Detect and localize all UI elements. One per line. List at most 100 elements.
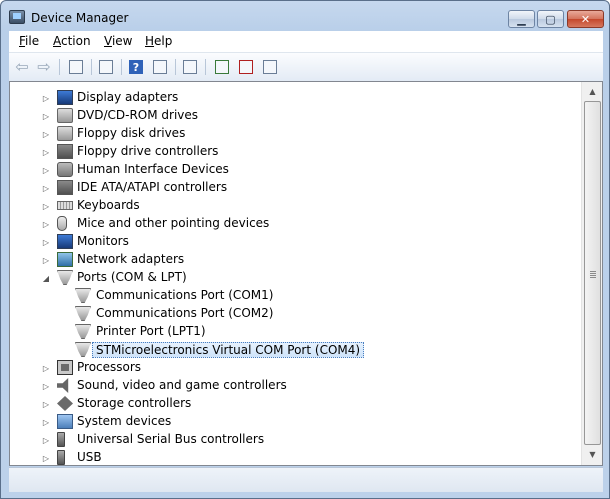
tree-child-item[interactable]: STMicroelectronics Virtual COM Port (COM… — [10, 341, 570, 359]
tree-item-label: Communications Port (COM1) — [96, 288, 274, 302]
expand-toggle-icon[interactable]: ▷ — [41, 363, 51, 373]
tree-item-label: Processors — [77, 360, 142, 374]
expand-toggle-icon[interactable]: ▷ — [41, 129, 51, 139]
menu-help[interactable]: Help — [145, 34, 172, 48]
expand-toggle-icon[interactable]: ▷ — [41, 147, 51, 157]
disable-device-button[interactable] — [261, 58, 279, 76]
tree-item-label: Floppy disk drives — [77, 126, 186, 140]
network-adapter-icon — [57, 252, 73, 267]
expand-toggle-icon[interactable]: ▷ — [41, 111, 51, 121]
tree-item-label: Human Interface Devices — [77, 162, 229, 176]
tree-category-item[interactable]: ▷ DVD/CD-ROM drives — [10, 107, 570, 125]
toolbar-separator — [91, 59, 92, 75]
help-button[interactable]: ? — [127, 58, 145, 76]
scan-hardware-icon — [183, 60, 197, 74]
properties-button[interactable] — [97, 58, 115, 76]
tree-item-label: USB — [77, 450, 102, 464]
tree-category-item[interactable]: ▷ Human Interface Devices — [10, 161, 570, 179]
update-driver-button[interactable] — [213, 58, 231, 76]
expand-toggle-icon[interactable]: ▷ — [41, 183, 51, 193]
expand-toggle-icon[interactable]: ▷ — [41, 165, 51, 175]
tree-child-item[interactable]: Printer Port (LPT1) — [10, 323, 570, 341]
collapse-toggle-icon[interactable]: ◢ — [41, 273, 51, 283]
title-bar[interactable]: Device Manager ▁ ▢ ✕ — [1, 1, 609, 31]
storage-icon — [57, 396, 73, 411]
tree-item-label: Monitors — [77, 234, 129, 248]
tree-category-item[interactable]: ▷ Network adapters — [10, 251, 570, 269]
controller-icon — [57, 144, 73, 159]
tree-category-item[interactable]: ▷ Universal Serial Bus controllers — [10, 431, 570, 449]
tree-category-item[interactable]: ▷ Mice and other pointing devices — [10, 215, 570, 233]
tree-category-item[interactable]: ▷ Keyboards — [10, 197, 570, 215]
ide-controller-icon — [57, 180, 73, 195]
tree-item-label: Ports (COM & LPT) — [77, 270, 187, 284]
tree-category-item[interactable]: ◢ Ports (COM & LPT) — [10, 269, 570, 287]
scrollbar-grip — [590, 271, 596, 278]
uninstall-button[interactable] — [237, 58, 255, 76]
expand-toggle-icon[interactable]: ▷ — [41, 219, 51, 229]
tree-item-label: Keyboards — [77, 198, 140, 212]
keyboard-icon — [57, 201, 73, 210]
tree-child-item[interactable]: Communications Port (COM1) — [10, 287, 570, 305]
scroll-up-button[interactable]: ▲ — [584, 83, 601, 100]
status-bar — [9, 467, 603, 492]
monitor-icon — [57, 90, 73, 105]
expand-toggle-icon[interactable]: ▷ — [41, 93, 51, 103]
expand-toggle-icon[interactable]: ▷ — [41, 255, 51, 265]
action-pane-button[interactable] — [151, 58, 169, 76]
tree-category-item[interactable]: ▷ System devices — [10, 413, 570, 431]
update-driver-icon — [215, 60, 229, 74]
tree-category-item[interactable]: ▷ Processors — [10, 359, 570, 377]
expand-toggle-icon[interactable]: ▷ — [41, 435, 51, 445]
forward-button[interactable]: ⇨ — [35, 58, 53, 76]
tree-item-label: Mice and other pointing devices — [77, 216, 270, 230]
menu-view[interactable]: View — [104, 34, 132, 48]
tree-category-item[interactable]: ▷ Sound, video and game controllers — [10, 377, 570, 395]
uninstall-icon — [239, 60, 253, 74]
menu-action[interactable]: Action — [53, 34, 91, 48]
vertical-scrollbar[interactable]: ▲ ▼ — [581, 82, 602, 465]
properties-icon — [99, 60, 113, 74]
expand-toggle-icon[interactable]: ▷ — [41, 453, 51, 463]
tree-category-item[interactable]: ▷ Floppy disk drives — [10, 125, 570, 143]
scrollbar-thumb[interactable] — [584, 101, 601, 445]
mouse-icon — [57, 216, 67, 231]
close-button[interactable]: ✕ — [567, 10, 604, 28]
port-icon — [75, 324, 91, 339]
show-hide-console-tree-button[interactable] — [67, 58, 85, 76]
tree-category-item[interactable]: ▷ IDE ATA/ATAPI controllers — [10, 179, 570, 197]
tree-category-item[interactable]: ▷ Storage controllers — [10, 395, 570, 413]
toolbar-separator — [175, 59, 176, 75]
device-tree-pane[interactable]: ▷ Display adapters ▷ DVD/CD-ROM drives ▷ Flop… — [9, 81, 603, 466]
toolbar: ⇦ ⇨ ? — [9, 53, 603, 81]
tree-item-label: STMicroelectronics Virtual COM Port (COM… — [92, 342, 365, 358]
expand-toggle-icon[interactable]: ▷ — [41, 237, 51, 247]
back-button[interactable]: ⇦ — [13, 58, 31, 76]
menu-file[interactable]: File — [19, 34, 39, 48]
tree-category-item[interactable]: ▷ Floppy drive controllers — [10, 143, 570, 161]
tree-item-label: DVD/CD-ROM drives — [77, 108, 199, 122]
tree-category-item[interactable]: ▷ USB — [10, 449, 570, 465]
expand-toggle-icon[interactable]: ▷ — [41, 201, 51, 211]
maximize-button[interactable]: ▢ — [537, 10, 564, 28]
tree-item-label: IDE ATA/ATAPI controllers — [77, 180, 228, 194]
console-tree-icon — [69, 60, 83, 74]
expand-toggle-icon[interactable]: ▷ — [41, 399, 51, 409]
hid-icon — [57, 162, 73, 177]
minimize-button[interactable]: ▁ — [508, 10, 535, 28]
forward-arrow-icon: ⇨ — [37, 57, 51, 76]
tree-category-item[interactable]: ▷ Display adapters — [10, 89, 570, 107]
tree-child-item[interactable]: Communications Port (COM2) — [10, 305, 570, 323]
disable-device-icon — [263, 60, 277, 74]
expand-toggle-icon[interactable]: ▷ — [41, 381, 51, 391]
action-pane-icon — [153, 60, 167, 74]
scan-hardware-button[interactable] — [181, 58, 199, 76]
toolbar-separator — [205, 59, 206, 75]
tree-item-label: Sound, video and game controllers — [77, 378, 287, 392]
toolbar-separator — [59, 59, 60, 75]
port-icon — [75, 288, 91, 303]
expand-toggle-icon[interactable]: ▷ — [41, 417, 51, 427]
system-device-icon — [57, 414, 73, 429]
scroll-down-button[interactable]: ▼ — [584, 446, 601, 463]
tree-category-item[interactable]: ▷ Monitors — [10, 233, 570, 251]
